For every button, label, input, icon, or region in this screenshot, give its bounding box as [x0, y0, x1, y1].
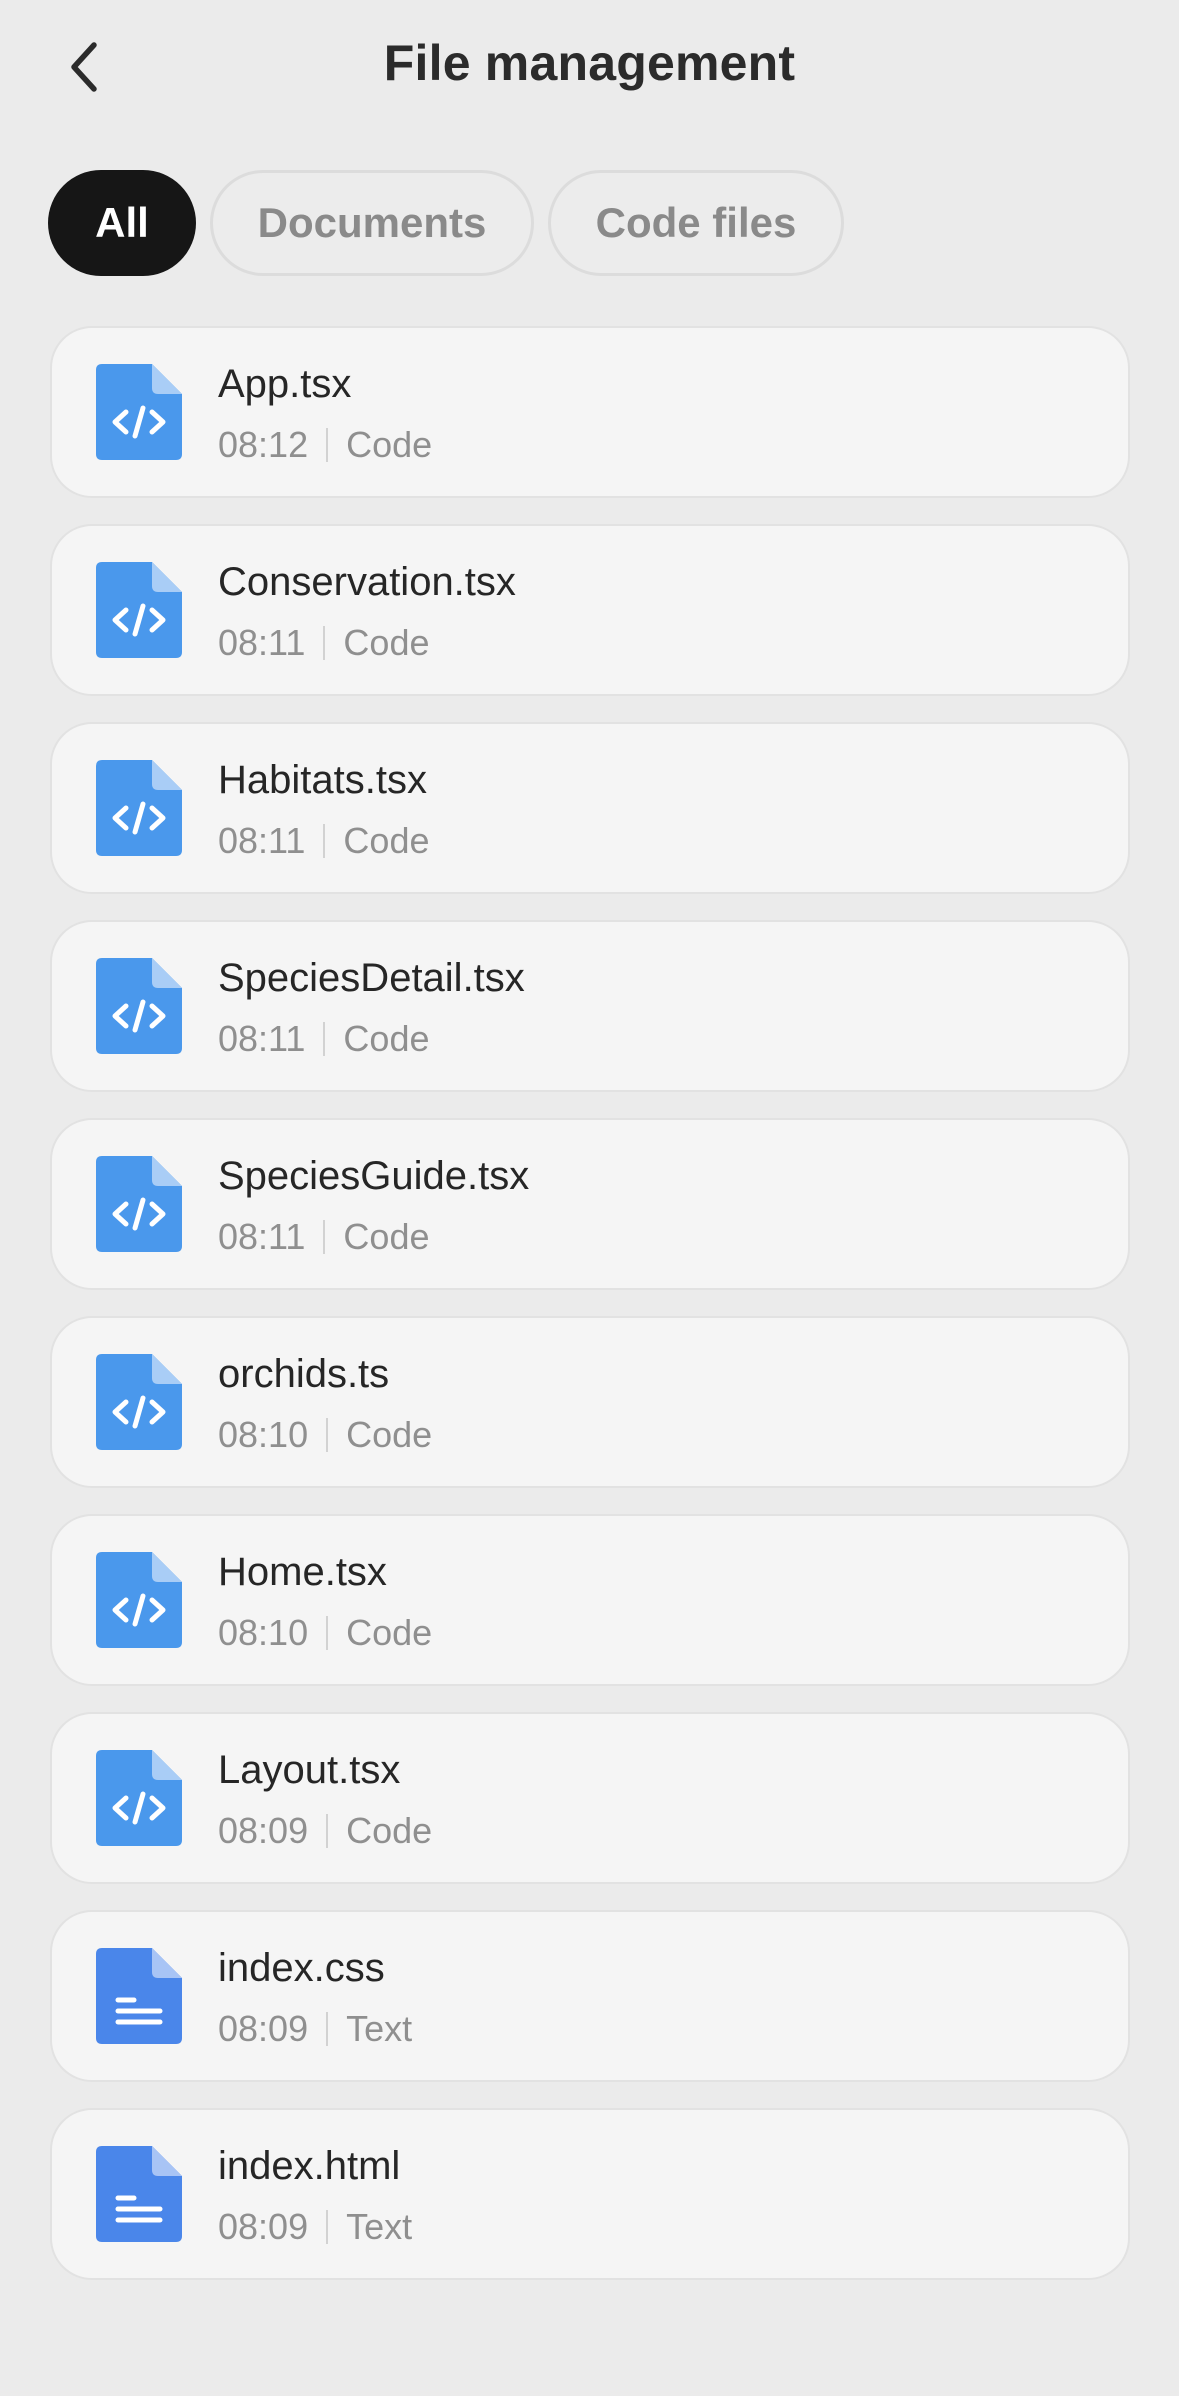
header: File management: [0, 0, 1179, 134]
meta-divider: [326, 428, 329, 462]
page-title: File management: [383, 35, 796, 91]
file-type: Code: [346, 424, 433, 465]
file-management-screen: File management All Documents Code files…: [0, 0, 1179, 2396]
file-meta: 08:10 Code: [218, 1612, 432, 1654]
file-time: 08:11: [218, 1216, 306, 1257]
file-type: Code: [343, 1216, 430, 1257]
file-meta: 08:11 Code: [218, 820, 429, 862]
file-time: 08:11: [218, 820, 306, 861]
file-time: 08:10: [218, 1612, 309, 1653]
file-type: Code: [343, 1018, 430, 1059]
file-time: 08:09: [218, 2008, 309, 2049]
file-meta: 08:10 Code: [218, 1414, 432, 1456]
file-type: Text: [346, 2206, 413, 2247]
file-time: 08:12: [218, 424, 309, 465]
meta-divider: [326, 1418, 329, 1452]
file-item[interactable]: index.css 08:09 Text: [50, 1910, 1130, 2082]
meta-divider: [326, 1616, 329, 1650]
file-time: 08:09: [218, 2206, 309, 2247]
file-meta: 08:09 Code: [218, 1810, 432, 1852]
code-file-icon: [96, 562, 182, 658]
file-item[interactable]: Habitats.tsx 08:11 Code: [50, 722, 1130, 894]
file-time: 08:11: [218, 622, 306, 663]
file-time: 08:09: [218, 1810, 309, 1851]
code-file-icon: [96, 364, 182, 460]
text-file-icon: [96, 1948, 182, 2044]
file-meta: 08:11 Code: [218, 1216, 429, 1258]
code-file-icon: [96, 1354, 182, 1450]
meta-divider: [323, 824, 326, 858]
file-item[interactable]: SpeciesGuide.tsx 08:11 Code: [50, 1118, 1130, 1290]
file-name: Layout.tsx: [218, 1748, 401, 1792]
meta-divider: [323, 626, 326, 660]
meta-divider: [323, 1220, 326, 1254]
file-meta: 08:09 Text: [218, 2206, 412, 2248]
file-item[interactable]: Conservation.tsx 08:11 Code: [50, 524, 1130, 696]
file-type: Code: [343, 622, 430, 663]
file-item[interactable]: Home.tsx 08:10 Code: [50, 1514, 1130, 1686]
file-type: Code: [346, 1612, 433, 1653]
file-item[interactable]: index.html 08:09 Text: [50, 2108, 1130, 2280]
code-file-icon: [96, 1156, 182, 1252]
file-meta: 08:11 Code: [218, 622, 429, 664]
file-name: Habitats.tsx: [218, 758, 427, 802]
file-name: App.tsx: [218, 362, 352, 406]
file-name: orchids.ts: [218, 1352, 390, 1396]
file-list: App.tsx 08:12 Code Conservation.tsx 08:1…: [50, 326, 1130, 2306]
file-meta: 08:09 Text: [218, 2008, 412, 2050]
file-name: index.css: [218, 1946, 385, 1990]
file-type: Code: [346, 1414, 433, 1455]
file-type: Code: [343, 820, 430, 861]
file-type: Text: [346, 2008, 413, 2049]
file-name: Home.tsx: [218, 1550, 387, 1594]
meta-divider: [323, 1022, 326, 1056]
file-name: index.html: [218, 2144, 401, 2188]
file-item[interactable]: Layout.tsx 08:09 Code: [50, 1712, 1130, 1884]
code-file-icon: [96, 958, 182, 1054]
file-name: SpeciesDetail.tsx: [218, 956, 525, 1000]
file-item[interactable]: App.tsx 08:12 Code: [50, 326, 1130, 498]
code-file-icon: [96, 760, 182, 856]
file-item[interactable]: SpeciesDetail.tsx 08:11 Code: [50, 920, 1130, 1092]
file-name: SpeciesGuide.tsx: [218, 1154, 530, 1198]
tab-code-files[interactable]: Code files: [548, 170, 844, 276]
file-type: Code: [346, 1810, 433, 1851]
file-item[interactable]: orchids.ts 08:10 Code: [50, 1316, 1130, 1488]
code-file-icon: [96, 1552, 182, 1648]
file-time: 08:11: [218, 1018, 306, 1059]
meta-divider: [326, 2210, 329, 2244]
filter-tabs: All Documents Code files: [48, 170, 844, 276]
file-time: 08:10: [218, 1414, 309, 1455]
file-meta: 08:12 Code: [218, 424, 432, 466]
meta-divider: [326, 1814, 329, 1848]
meta-divider: [326, 2012, 329, 2046]
code-file-icon: [96, 1750, 182, 1846]
tab-all[interactable]: All: [48, 170, 196, 276]
file-meta: 08:11 Code: [218, 1018, 429, 1060]
tab-documents[interactable]: Documents: [210, 170, 534, 276]
text-file-icon: [96, 2146, 182, 2242]
file-name: Conservation.tsx: [218, 560, 516, 604]
